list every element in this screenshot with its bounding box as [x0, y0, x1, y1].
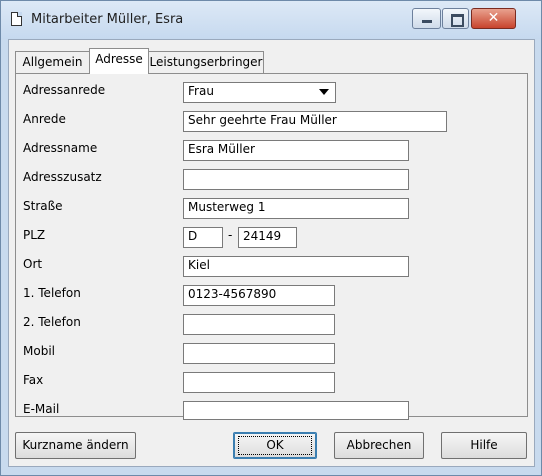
chevron-down-icon[interactable]: [319, 89, 329, 95]
email-field[interactable]: [183, 401, 409, 420]
maximize-button[interactable]: [442, 8, 469, 29]
label-strasse: Straße: [23, 199, 63, 213]
label-anrede: Anrede: [23, 112, 66, 126]
label-email: E-Mail: [23, 402, 60, 416]
fax-field[interactable]: [183, 372, 335, 393]
kurzname-aendern-button[interactable]: Kurzname ändern: [15, 432, 136, 459]
minimize-icon: [422, 20, 432, 23]
ok-button[interactable]: OK: [233, 432, 317, 459]
tab-leistungserbringer[interactable]: Leistungserbringer: [148, 51, 264, 73]
label-fax: Fax: [23, 373, 44, 387]
dialog-client-area: Allgemein Adresse Leistungserbringer Adr…: [8, 39, 535, 467]
label-telefon1: 1. Telefon: [23, 286, 81, 300]
telefon1-field[interactable]: 0123-4567890: [183, 285, 335, 306]
label-telefon2: 2. Telefon: [23, 315, 81, 329]
tab-adresse[interactable]: Adresse: [89, 48, 149, 74]
label-ort: Ort: [23, 257, 43, 271]
close-icon: ✕: [487, 10, 500, 26]
dialog-window: Mitarbeiter Müller, Esra ✕ Allgemein Adr…: [0, 0, 542, 476]
tab-allgemein[interactable]: Allgemein: [15, 51, 90, 73]
plz-field[interactable]: 24149: [238, 227, 297, 248]
document-icon: [11, 12, 22, 26]
telefon2-field[interactable]: [183, 314, 335, 335]
focus-rectangle: [238, 436, 312, 455]
label-adressname: Adressname: [23, 141, 98, 155]
hilfe-button[interactable]: Hilfe: [441, 432, 527, 459]
plz-separator: -: [228, 228, 233, 242]
adressname-field[interactable]: Esra Müller: [183, 140, 409, 161]
label-adressanrede: Adressanrede: [23, 83, 106, 97]
close-button[interactable]: ✕: [471, 8, 516, 29]
window-title: Mitarbeiter Müller, Esra: [31, 12, 184, 27]
label-adresszusatz: Adresszusatz: [23, 170, 102, 184]
mobil-field[interactable]: [183, 343, 335, 364]
maximize-icon: [451, 14, 464, 27]
adressanrede-select[interactable]: Frau: [183, 82, 336, 103]
adresszusatz-field[interactable]: [183, 169, 409, 190]
title-bar[interactable]: Mitarbeiter Müller, Esra ✕: [1, 1, 541, 39]
abbrechen-button[interactable]: Abbrechen: [334, 432, 424, 459]
minimize-button[interactable]: [412, 8, 441, 29]
anrede-field[interactable]: Sehr geehrte Frau Müller: [183, 111, 447, 132]
plz-country-field[interactable]: D: [183, 227, 223, 248]
address-panel: Adressanrede Frau Anrede Sehr geehrte Fr…: [15, 73, 528, 420]
adressanrede-value: Frau: [188, 84, 214, 98]
ort-field[interactable]: Kiel: [183, 256, 409, 277]
strasse-field[interactable]: Musterweg 1: [183, 198, 409, 219]
label-plz: PLZ: [23, 228, 46, 242]
label-mobil: Mobil: [23, 344, 55, 358]
